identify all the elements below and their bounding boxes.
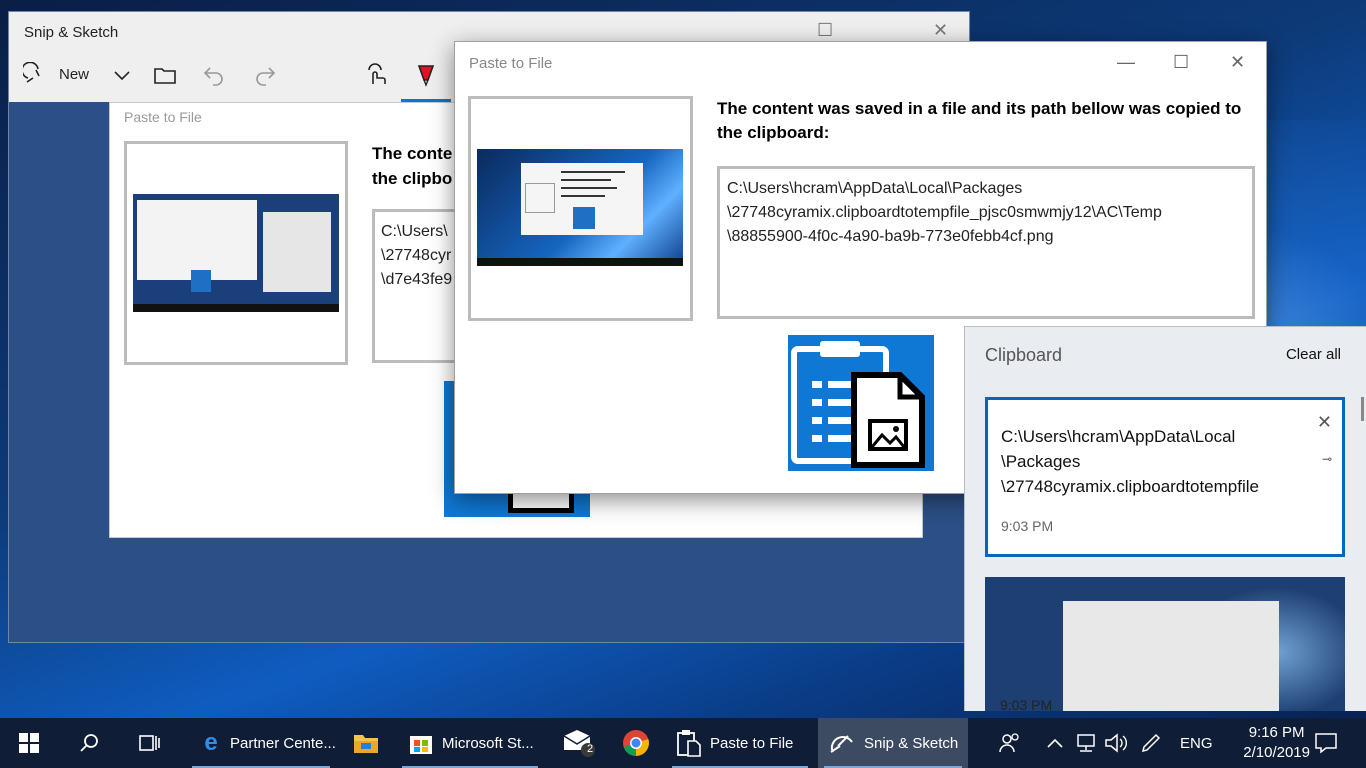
edge-icon: e (204, 729, 218, 756)
clipboard-item-image (1063, 601, 1279, 711)
paste-close-button[interactable]: ✕ (1230, 52, 1245, 73)
chevron-up-icon (1047, 738, 1063, 748)
volume-button[interactable] (1104, 718, 1128, 768)
clipboard-panel: Clipboard Clear all C:\Users\hcram\AppDa… (964, 326, 1366, 711)
paste-maximize-button[interactable]: ☐ (1173, 52, 1189, 73)
clipboard-title: Clipboard (985, 345, 1063, 365)
search-icon (80, 734, 98, 752)
pin-icon[interactable]: ⊸ (1322, 452, 1332, 466)
clipboard-scrollbar[interactable] (1361, 397, 1364, 421)
snip-close-button[interactable]: ✕ (933, 20, 948, 41)
clipboard-item[interactable]: C:\Users\hcram\AppData\Local \Packages \… (985, 397, 1345, 557)
ballpoint-pen-icon[interactable] (413, 62, 439, 88)
taskbar: e Partner Cente... Microsoft St... 2 Pas… (0, 718, 1366, 768)
clipboard-item-text: C:\Users\hcram\AppData\Local \Packages \… (1001, 427, 1259, 496)
start-button[interactable] (0, 718, 58, 768)
taskbar-app-explorer[interactable] (340, 718, 392, 768)
clipboard-item-time: 9:03 PM (1001, 518, 1054, 534)
open-folder-icon[interactable] (152, 62, 178, 88)
pen-workspace-button[interactable] (1140, 718, 1162, 768)
clock-date: 2/10/2019 (1243, 744, 1310, 761)
chrome-icon (623, 730, 649, 756)
clock[interactable]: 9:16 PM 2/10/2019 (1243, 723, 1310, 763)
file-explorer-icon (354, 735, 378, 753)
canvas-thumbnail (124, 141, 348, 365)
taskbar-app-chrome[interactable] (610, 718, 662, 768)
redo-icon[interactable] (252, 62, 278, 88)
action-center-button[interactable] (1314, 718, 1338, 768)
canvas-path-box: C:\Users\ \27748cyr \d7e43fe9 (372, 209, 462, 363)
mail-badge: 2 (587, 743, 594, 755)
microsoft-store-icon (410, 736, 432, 754)
search-button[interactable] (60, 718, 118, 768)
input-language[interactable]: ENG (1180, 718, 1213, 768)
paste-window-title: Paste to File (469, 55, 553, 72)
taskbar-app-paste-to-file[interactable]: Paste to File (666, 718, 814, 768)
taskbar-app-label: Partner Cente... (230, 734, 336, 752)
taskbar-app-edge[interactable]: e Partner Cente... (186, 718, 336, 768)
new-snip-button[interactable]: New (59, 66, 89, 83)
windows-logo-icon (19, 733, 39, 753)
file-path-line: \27748cyramix.clipboardtotempfile_pjsc0s… (727, 204, 1162, 221)
people-button[interactable] (998, 718, 1022, 768)
clipboard-item-time: 9:03 PM (1000, 697, 1053, 711)
file-path-box[interactable]: C:\Users\hcram\AppData\Local\Packages \2… (717, 166, 1255, 319)
taskbar-app-label: Paste to File (710, 734, 794, 752)
taskbar-app-store[interactable]: Microsoft St... (396, 718, 544, 768)
saved-message: The content was saved in a file and its … (717, 99, 1242, 142)
notification-icon (1315, 733, 1337, 754)
snip-sketch-icon (830, 735, 853, 753)
network-button[interactable] (1074, 718, 1098, 768)
chevron-down-icon[interactable] (109, 62, 135, 88)
pen-workspace-icon (1141, 733, 1161, 753)
paste-to-file-icon (677, 730, 701, 757)
speaker-icon (1105, 733, 1127, 753)
close-icon[interactable]: ✕ (1317, 412, 1332, 433)
task-view-icon (139, 735, 160, 751)
file-path-line: \88855900-4f0c-4a90-ba9b-773e0febb4cf.pn… (727, 228, 1054, 245)
file-path-line: C:\Users\hcram\AppData\Local\Packages (727, 180, 1023, 197)
clipboard-item[interactable]: 9:03 PM (985, 577, 1345, 711)
canvas-window-title: Paste to File (124, 109, 202, 125)
canvas-message: The conte the clipbo (372, 144, 453, 188)
undo-icon[interactable] (201, 62, 227, 88)
show-hidden-icons-button[interactable] (1046, 718, 1064, 768)
network-icon (1077, 734, 1095, 752)
paste-to-file-app-icon (788, 335, 934, 471)
paste-minimize-button[interactable]: — (1117, 52, 1135, 73)
people-icon (999, 733, 1019, 753)
new-snip-icon[interactable] (23, 62, 49, 88)
clock-time: 9:16 PM (1248, 724, 1305, 741)
taskbar-app-label: Microsoft St... (442, 734, 534, 752)
screenshot-thumbnail (468, 96, 693, 321)
touch-writing-icon[interactable] (364, 62, 390, 88)
taskbar-app-mail[interactable]: 2 (552, 718, 606, 768)
clear-all-button[interactable]: Clear all (1286, 346, 1341, 363)
task-view-button[interactable] (120, 718, 178, 768)
taskbar-app-label: Snip & Sketch (864, 734, 959, 752)
snip-maximize-button[interactable]: ☐ (817, 20, 833, 41)
snip-window-title: Snip & Sketch (24, 24, 119, 41)
taskbar-app-snip-sketch[interactable]: Snip & Sketch (818, 718, 968, 768)
